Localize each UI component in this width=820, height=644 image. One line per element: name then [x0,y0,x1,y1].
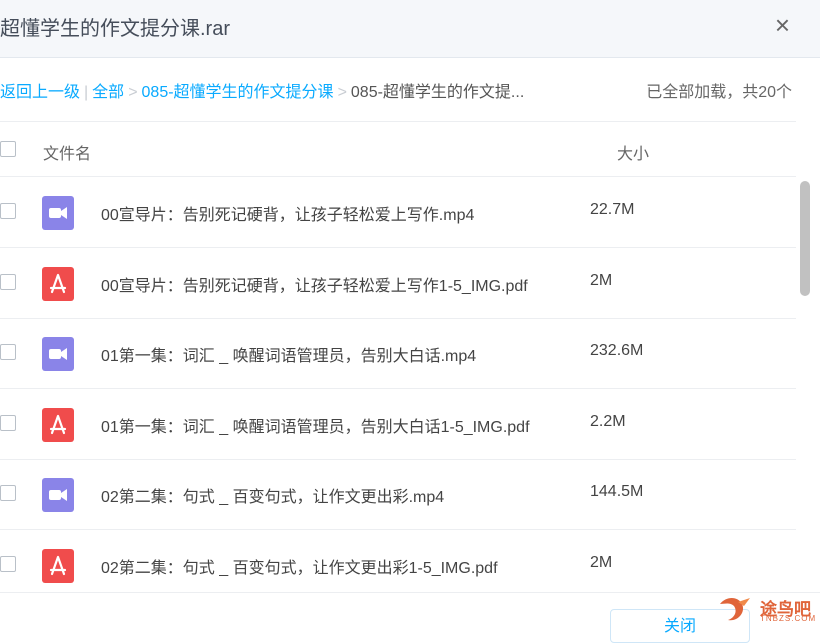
load-status: 已全部加载，共20个 [646,84,792,101]
file-size: 2M [590,554,613,571]
row-checkbox[interactable] [0,485,16,501]
close-icon[interactable]: × [775,10,790,40]
file-name[interactable]: 00宣导片：告别死记硬背，让孩子轻松爱上写作.mp4 [101,201,576,225]
scrollbar[interactable] [798,178,814,590]
row-checkbox[interactable] [0,274,16,290]
breadcrumb: 返回上一级 | 全部 >085-超懂学生的作文提分课 >085-超懂学生的作文提... … [0,78,800,101]
file-row[interactable]: 02第二集：句式 _ 百变句式，让作文更出彩1-5_IMG.pdf 2M [0,530,796,600]
file-size: 2.2M [590,413,626,430]
file-row[interactable]: 01第一集：词汇 _ 唤醒词语管理员，告别大白话.mp4 232.6M [0,318,796,388]
dialog-title: 超懂学生的作文提分课.rar [0,18,230,40]
table-header: 文件名 大小 [0,122,796,176]
file-size: 144.5M [590,483,644,500]
video-file-icon [42,337,74,371]
file-size: 232.6M [590,342,644,359]
file-row[interactable]: 00宣导片：告别死记硬背，让孩子轻松爱上写作1-5_IMG.pdf 2M [0,248,796,318]
row-checkbox[interactable] [0,556,16,572]
file-row[interactable]: 02第二集：句式 _ 百变句式，让作文更出彩.mp4 144.5M [0,459,796,529]
column-header-name: 文件名 [43,146,92,163]
file-row[interactable]: 00宣导片：告别死记硬背，让孩子轻松爱上写作.mp4 22.7M [0,177,796,247]
pdf-file-icon [42,549,74,583]
breadcrumb-pipe: | [84,84,89,101]
site-watermark: 途鸟吧 TNBZS.COM [716,592,816,628]
dialog-titlebar: 超懂学生的作文提分课.rar × [0,0,820,58]
breadcrumb-all[interactable]: 全部 [92,84,124,101]
file-name[interactable]: 02第二集：句式 _ 百变句式，让作文更出彩.mp4 [101,483,576,507]
breadcrumb-arrow: > [128,84,138,101]
video-file-icon [42,478,74,512]
file-name[interactable]: 01第一集：词汇 _ 唤醒词语管理员，告别大白话1-5_IMG.pdf [101,413,576,437]
row-checkbox[interactable] [0,344,16,360]
pdf-file-icon [42,267,74,301]
file-name[interactable]: 02第二集：句式 _ 百变句式，让作文更出彩1-5_IMG.pdf [101,554,576,578]
row-checkbox[interactable] [0,203,16,219]
scrollbar-thumb[interactable] [800,181,810,296]
back-link[interactable]: 返回上一级 [0,84,80,101]
file-name[interactable]: 00宣导片：告别死记硬背，让孩子轻松爱上写作1-5_IMG.pdf [101,272,576,296]
breadcrumb-current: 085-超懂学生的作文提... [350,84,525,101]
file-name[interactable]: 01第一集：词汇 _ 唤醒词语管理员，告别大白话.mp4 [101,342,576,366]
file-row[interactable]: 01第一集：词汇 _ 唤醒词语管理员，告别大白话1-5_IMG.pdf 2.2M [0,389,796,459]
row-checkbox[interactable] [0,415,16,431]
pdf-file-icon [42,408,74,442]
dialog-footer: 关闭 [0,592,820,643]
bird-logo-icon [720,598,750,621]
watermark-url: TNBZS.COM [760,614,817,623]
breadcrumb-arrow: > [337,84,347,101]
breadcrumb-level1[interactable]: 085-超懂学生的作文提分课 [142,84,334,101]
file-size: 2M [590,272,613,289]
video-file-icon [42,196,74,230]
column-header-size: 大小 [617,146,650,163]
select-all-checkbox[interactable] [0,141,16,157]
file-size: 22.7M [590,201,635,218]
